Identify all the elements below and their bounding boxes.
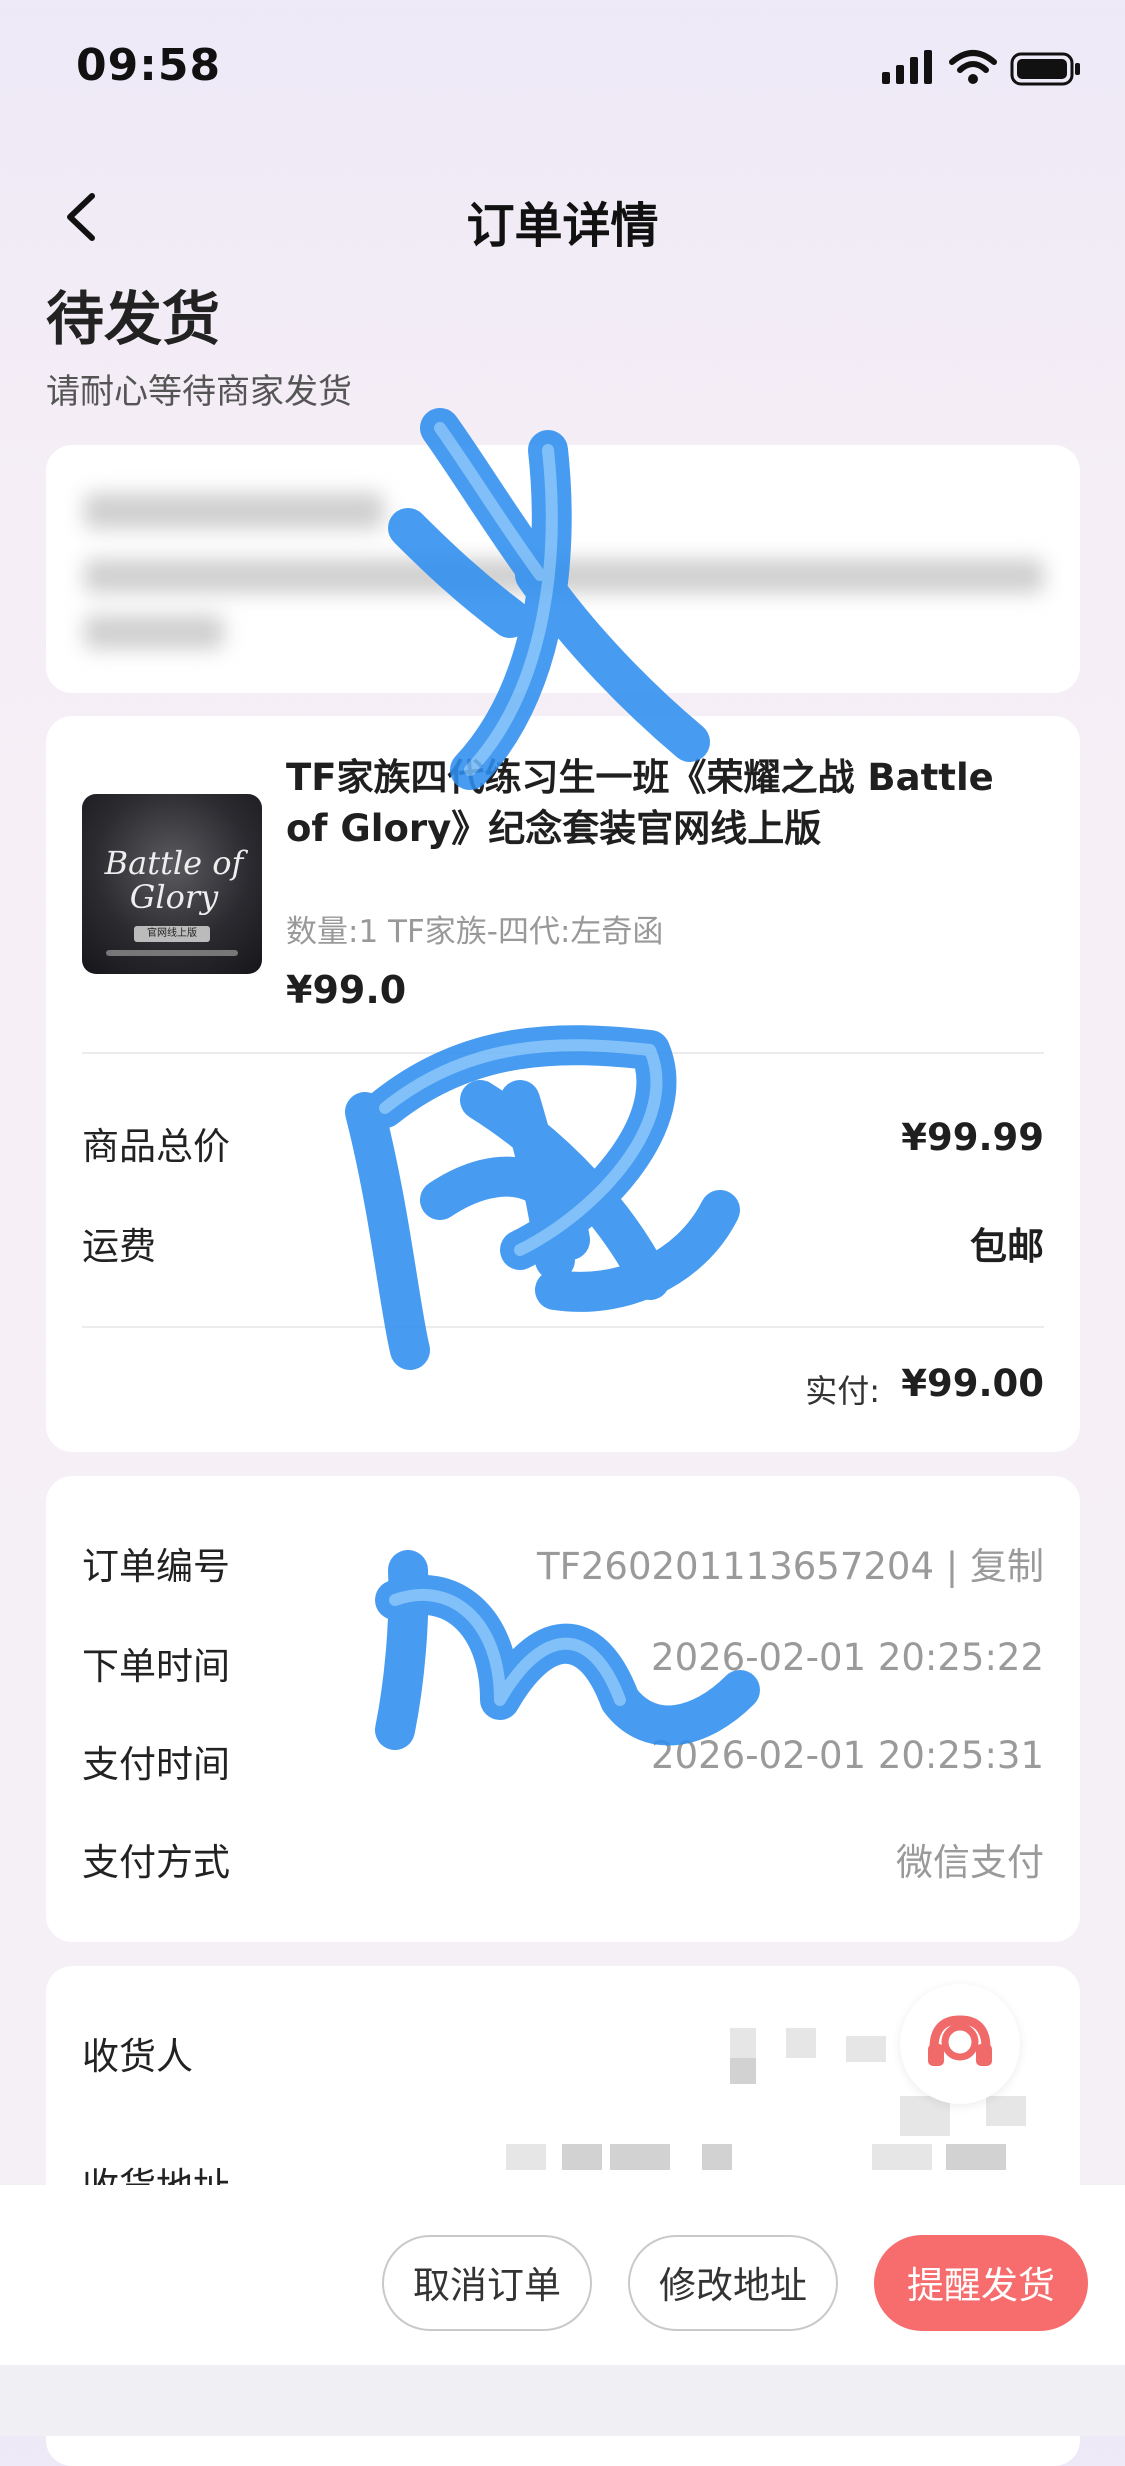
status-bar: 09:58 <box>0 0 1125 135</box>
pay-time-value: 2026-02-01 20:25:31 <box>651 1734 1044 1777</box>
product-name[interactable]: TF家族四代练习生一班《荣耀之战 Battle of Glory》纪念套装官网线… <box>286 752 1026 854</box>
customer-service-icon <box>928 2015 992 2066</box>
goods-total-label: 商品总价 <box>82 1125 230 1168</box>
battery-icon <box>1010 52 1080 86</box>
blurred-address-line <box>84 615 224 649</box>
pay-method-value: 微信支付 <box>896 1841 1044 1884</box>
page-title: 订单详情 <box>466 198 659 254</box>
thumbnail-stripe <box>106 950 238 956</box>
mosaic-block <box>506 2144 546 2170</box>
shipping-label: 运费 <box>82 1225 156 1268</box>
bottom-action-bar: 取消订单 修改地址 提醒发货 <box>0 2185 1125 2365</box>
customer-service-button[interactable] <box>900 1984 1020 2104</box>
cancel-order-button[interactable]: 取消订单 <box>382 2235 592 2331</box>
paid-value: ¥99.00 <box>901 1362 1044 1405</box>
blurred-address-line <box>84 559 1044 593</box>
mosaic-block <box>702 2144 732 2170</box>
mosaic-block <box>872 2144 932 2170</box>
goods-total-value: ¥99.99 <box>901 1116 1044 1159</box>
mosaic-block <box>610 2144 670 2170</box>
mosaic-block <box>786 2028 816 2058</box>
divider <box>82 1326 1044 1328</box>
order-number-label: 订单编号 <box>82 1545 230 1588</box>
product-thumbnail[interactable]: Battle of Glory 官网线上版 <box>82 794 262 974</box>
product-card: Battle of Glory 官网线上版 TF家族四代练习生一班《荣耀之战 B… <box>46 716 1080 1452</box>
shipping-value: 包邮 <box>970 1225 1044 1268</box>
order-time-value: 2026-02-01 20:25:22 <box>651 1636 1044 1679</box>
order-status-subtitle: 请耐心等待商家发货 <box>46 372 352 412</box>
status-time: 09:58 <box>76 40 222 91</box>
remind-shipping-button[interactable]: 提醒发货 <box>874 2235 1088 2331</box>
mosaic-block <box>730 2058 756 2084</box>
pay-time-label: 支付时间 <box>82 1743 230 1786</box>
thumbnail-title: Battle of Glory <box>104 844 244 916</box>
home-indicator-area <box>0 2365 1125 2436</box>
order-info-card: 订单编号 TF260201113657204 | 复制 下单时间 2026-02… <box>46 1476 1080 1942</box>
paid-label: 实付: <box>805 1372 880 1410</box>
mosaic-block <box>562 2144 602 2170</box>
product-spec: 数量:1 TF家族-四代:左奇函 <box>286 914 664 950</box>
receiver-name-label: 收货人 <box>82 2035 193 2078</box>
nav-bar: 订单详情 <box>0 170 1125 260</box>
order-time-label: 下单时间 <box>82 1645 230 1688</box>
address-card[interactable] <box>46 445 1080 693</box>
mosaic-block <box>846 2036 886 2062</box>
mosaic-block <box>946 2144 1006 2170</box>
signal-icon <box>882 50 932 84</box>
pay-method-label: 支付方式 <box>82 1841 230 1884</box>
thumbnail-badge: 官网线上版 <box>134 926 210 942</box>
divider <box>82 1052 1044 1054</box>
modify-address-button[interactable]: 修改地址 <box>628 2235 838 2331</box>
wifi-icon <box>949 50 997 84</box>
product-price: ¥99.0 <box>286 968 407 1012</box>
order-status-title: 待发货 <box>46 285 221 353</box>
blurred-address-line <box>84 493 384 529</box>
order-number-value: TF260201113657204 <box>537 1545 934 1588</box>
mosaic-block <box>730 2028 756 2058</box>
order-number-row: TF260201113657204 | 复制 <box>537 1536 1044 1590</box>
copy-button[interactable]: | 复制 <box>946 1545 1044 1588</box>
